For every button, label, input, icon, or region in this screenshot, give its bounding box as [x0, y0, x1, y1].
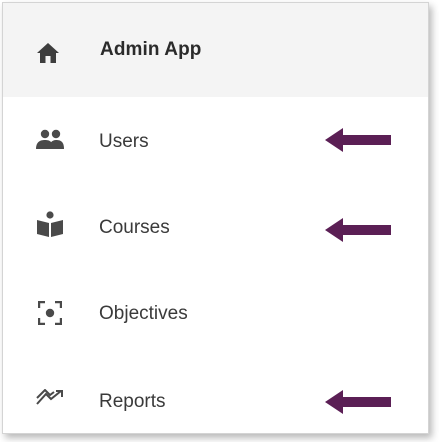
sidebar-panel: Admin App Users Courses Objectives Repor…: [2, 2, 429, 434]
objectives-icon: [38, 301, 66, 325]
sidebar-item-courses[interactable]: Courses: [3, 183, 428, 269]
app-title: Admin App: [100, 39, 202, 60]
sidebar-header[interactable]: Admin App: [3, 3, 428, 97]
sidebar-item-label: Courses: [99, 217, 170, 238]
arrow-left-icon: [325, 217, 393, 243]
courses-icon: [36, 211, 64, 237]
sidebar-item-users[interactable]: Users: [3, 97, 428, 183]
sidebar-item-label: Users: [99, 131, 149, 152]
sidebar-item-label: Objectives: [99, 303, 188, 324]
arrow-left-icon: [325, 389, 393, 415]
sidebar-item-reports[interactable]: Reports: [3, 349, 428, 433]
sidebar-item-objectives[interactable]: Objectives: [3, 269, 428, 355]
reports-icon: [36, 389, 64, 413]
sidebar-item-label: Reports: [99, 391, 166, 412]
users-icon: [36, 129, 64, 153]
arrow-left-icon: [325, 127, 393, 153]
home-icon: [37, 43, 59, 63]
